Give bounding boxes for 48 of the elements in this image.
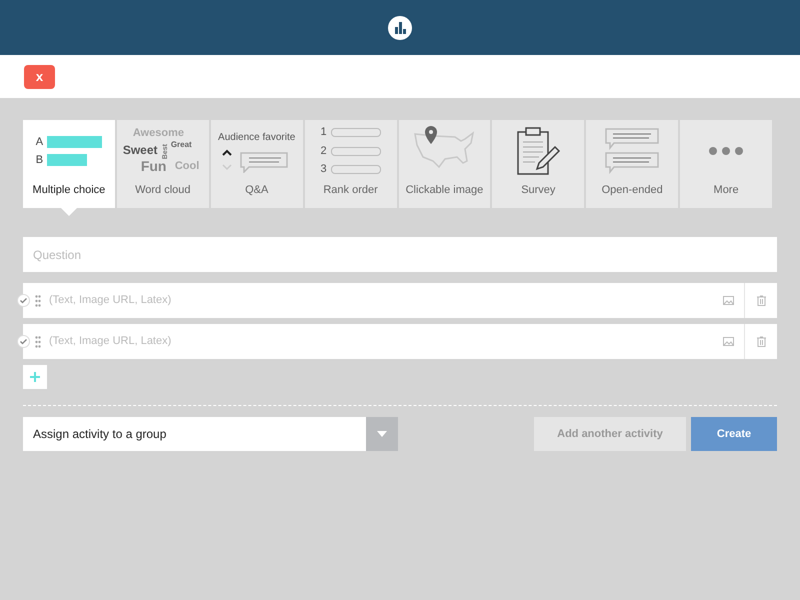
add-option-button[interactable] [23, 365, 47, 389]
activity-tab[interactable]: 1 2 3 Rank order [304, 120, 396, 208]
check-icon[interactable] [17, 335, 30, 348]
create-button[interactable]: Create [691, 417, 777, 451]
activity-tab[interactable]: Clickable image [398, 120, 490, 208]
tab-label: Open-ended [602, 183, 663, 198]
speech-bubbles-icon [604, 127, 660, 175]
cloud-word: Great [170, 139, 192, 151]
more-icon [708, 146, 744, 156]
drag-handle-icon[interactable] [35, 294, 41, 306]
trash-icon[interactable] [756, 295, 766, 306]
clipboard-pencil-icon [515, 127, 562, 175]
tab-label: Word cloud [135, 183, 191, 198]
activity-tab[interactable]: Open-ended [586, 120, 678, 208]
image-icon[interactable] [723, 337, 734, 346]
caret-icon [377, 431, 387, 437]
close-button[interactable]: x [24, 64, 55, 88]
bar-icon [47, 154, 88, 166]
rank-bar-icon [330, 165, 381, 174]
option-letter: B [36, 153, 44, 168]
rank-number: 3 [320, 162, 327, 178]
trash-icon[interactable] [756, 336, 766, 347]
tab-label: Clickable image [406, 183, 484, 198]
image-icon[interactable] [723, 296, 734, 305]
check-icon[interactable] [17, 294, 30, 307]
pointer-icon [61, 208, 77, 216]
group-select[interactable]: Assign activity to a group [23, 417, 398, 451]
tab-label: Survey [521, 183, 556, 198]
cloud-word: Cool [174, 159, 200, 174]
rank-bar-icon [330, 146, 381, 156]
cloud-word: Awesome [132, 126, 184, 141]
qa-caption: Audience favorite [218, 130, 296, 144]
rank-number: 1 [320, 125, 327, 140]
logo-icon [388, 16, 412, 40]
option-letter: A [36, 134, 44, 150]
tab-label: Q&A [245, 183, 268, 198]
activity-tab[interactable]: Audience favorite Q&A [210, 120, 303, 208]
tab-label: Rank order [323, 183, 378, 198]
activity-tab[interactable]: More [680, 120, 772, 208]
drag-handle-icon[interactable] [35, 336, 41, 348]
tab-label: Multiple choice [32, 183, 106, 198]
activity-tab[interactable]: Survey [492, 120, 584, 208]
plus-icon [30, 372, 40, 382]
tab-label: More [714, 183, 739, 198]
bar-icon [47, 136, 102, 148]
rank-bar-icon [330, 128, 381, 137]
cloud-word: Sweet [122, 142, 158, 159]
rank-number: 2 [320, 144, 327, 159]
